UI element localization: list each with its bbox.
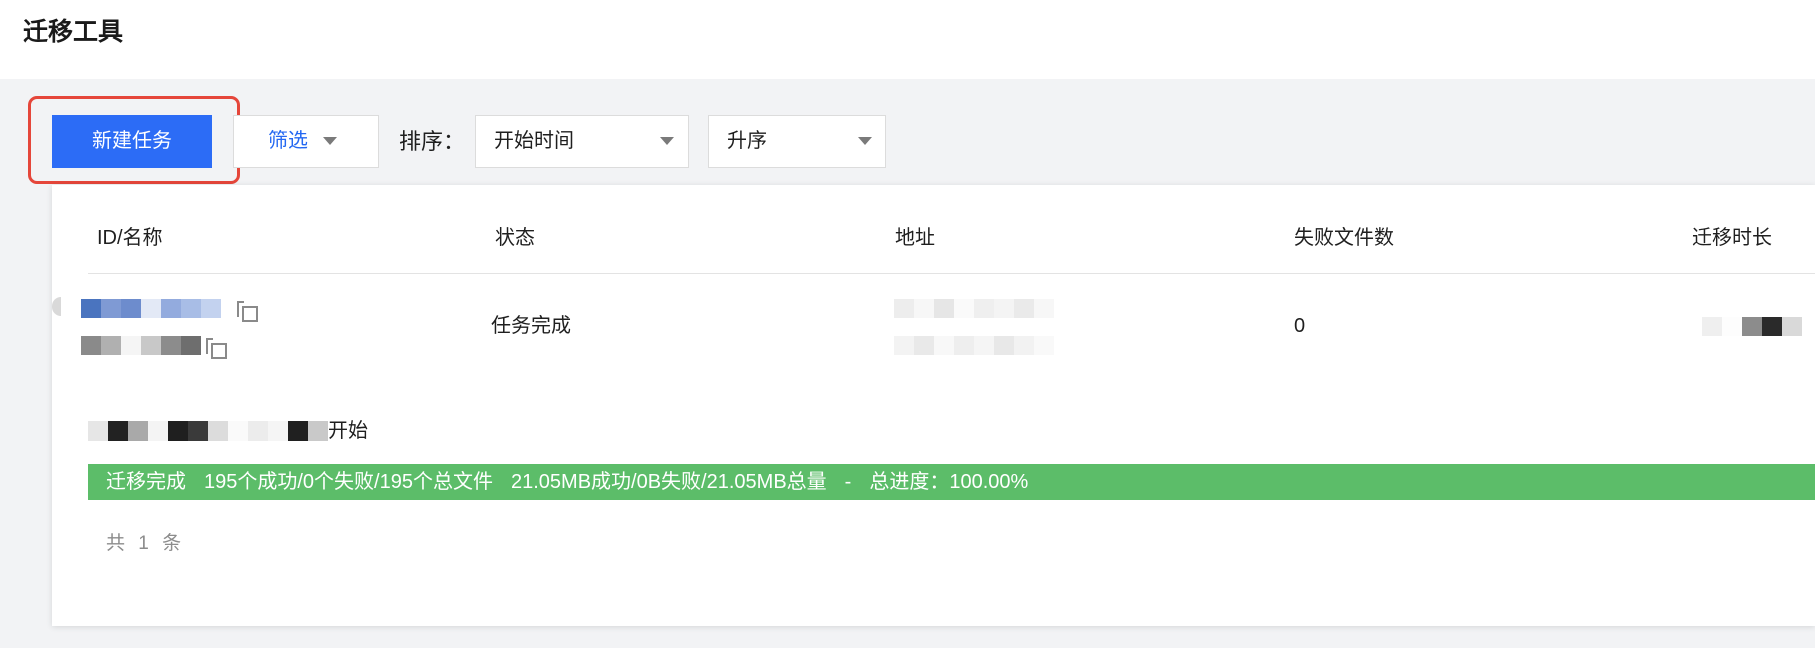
mosaic-block [894, 336, 914, 355]
mosaic-block [181, 299, 201, 318]
redacted-address-mosaic [894, 299, 1054, 318]
progress-size: 21.05MB成功/0B失败/21.05MB总量 [510, 471, 827, 493]
mosaic-block [141, 336, 161, 355]
mosaic-block [161, 299, 181, 318]
progress-bar: 迁移完成 195个成功/0个失败/195个总文件 21.05MB成功/0B失败/21… [88, 464, 1815, 500]
sort-order-value: 升序 [727, 130, 767, 152]
mosaic-block [914, 299, 934, 318]
row-indicator-icon [52, 297, 61, 316]
sort-order-select[interactable]: 升序 [708, 115, 886, 168]
filter-label: 筛选 [268, 130, 308, 152]
sort-field-value: 开始时间 [494, 130, 574, 152]
mosaic-block [308, 421, 328, 441]
mosaic-block [188, 421, 208, 441]
redacted-start-time-mosaic [88, 421, 328, 441]
sort-field-select[interactable]: 开始时间 [475, 115, 689, 168]
mosaic-block [161, 336, 181, 355]
mosaic-block [974, 299, 994, 318]
redacted-name-mosaic [81, 336, 201, 355]
mosaic-block [101, 299, 121, 318]
mosaic-block [1014, 336, 1034, 355]
filter-dropdown[interactable]: 筛选 [233, 115, 379, 168]
new-task-button[interactable]: 新建任务 [52, 115, 212, 168]
redacted-id-mosaic [81, 299, 221, 318]
progress-text: 迁移完成 195个成功/0个失败/195个总文件 21.05MB成功/0B失败/21… [106, 464, 1046, 500]
mosaic-block [1014, 299, 1034, 318]
page-header: 迁移工具 [0, 0, 1815, 79]
mosaic-block [1742, 317, 1762, 336]
mosaic-block [228, 421, 248, 441]
mosaic-block [121, 299, 141, 318]
mosaic-block [1034, 336, 1054, 355]
mosaic-block [974, 336, 994, 355]
column-header-status: 状态 [495, 227, 535, 249]
caret-down-icon [858, 137, 872, 145]
redacted-duration-mosaic [1702, 317, 1802, 336]
mosaic-block [954, 336, 974, 355]
mosaic-block [1702, 317, 1722, 336]
column-header-address: 地址 [895, 227, 935, 249]
mosaic-block [1722, 317, 1742, 336]
sort-label: 排序： [399, 129, 466, 154]
progress-total: 总进度：100.00% [869, 471, 1029, 493]
mosaic-block [1034, 299, 1054, 318]
mosaic-block [934, 336, 954, 355]
mosaic-block [994, 299, 1014, 318]
mosaic-block [268, 421, 288, 441]
column-header-id-name: ID/名称 [97, 227, 163, 249]
mosaic-block [148, 421, 168, 441]
mosaic-block [168, 421, 188, 441]
column-header-failed-files: 失败文件数 [1294, 227, 1394, 249]
task-panel: ID/名称 状态 地址 失败文件数 迁移时长 任务完成 0 开始 迁移完成 19… [52, 185, 1815, 626]
mosaic-block [181, 336, 201, 355]
mosaic-block [1782, 317, 1802, 336]
failed-files-cell: 0 [1294, 315, 1306, 337]
caret-down-icon [660, 137, 674, 145]
mosaic-block [894, 299, 914, 318]
start-suffix: 开始 [328, 420, 368, 442]
mosaic-block [121, 336, 141, 355]
mosaic-block [201, 299, 221, 318]
mosaic-block [128, 421, 148, 441]
mosaic-block [81, 336, 101, 355]
mosaic-block [141, 299, 161, 318]
progress-separator: - [844, 471, 852, 493]
progress-status: 迁移完成 [106, 471, 186, 493]
mosaic-block [248, 421, 268, 441]
start-time-line: 开始 [88, 419, 368, 443]
mosaic-block [88, 421, 108, 441]
page-title: 迁移工具 [23, 18, 124, 46]
mosaic-block [914, 336, 934, 355]
migration-tool-page: 迁移工具 新建任务 筛选 排序： 开始时间 升序 ID/名称 状态 地址 失败文… [0, 0, 1815, 648]
pagination-total: 共 1 条 [106, 533, 186, 554]
copy-icon[interactable] [206, 338, 227, 359]
mosaic-block [994, 336, 1014, 355]
mosaic-block [108, 421, 128, 441]
column-header-duration: 迁移时长 [1692, 227, 1772, 249]
caret-down-icon [323, 137, 337, 145]
mosaic-block [1762, 317, 1782, 336]
header-divider [88, 273, 1815, 274]
mosaic-block [81, 299, 101, 318]
mosaic-block [288, 421, 308, 441]
progress-files: 195个成功/0个失败/195个总文件 [204, 471, 493, 493]
mosaic-block [208, 421, 228, 441]
status-cell: 任务完成 [491, 315, 571, 337]
redacted-address-mosaic [894, 336, 1054, 355]
mosaic-block [101, 336, 121, 355]
mosaic-block [954, 299, 974, 318]
mosaic-block [934, 299, 954, 318]
copy-icon[interactable] [237, 301, 258, 322]
